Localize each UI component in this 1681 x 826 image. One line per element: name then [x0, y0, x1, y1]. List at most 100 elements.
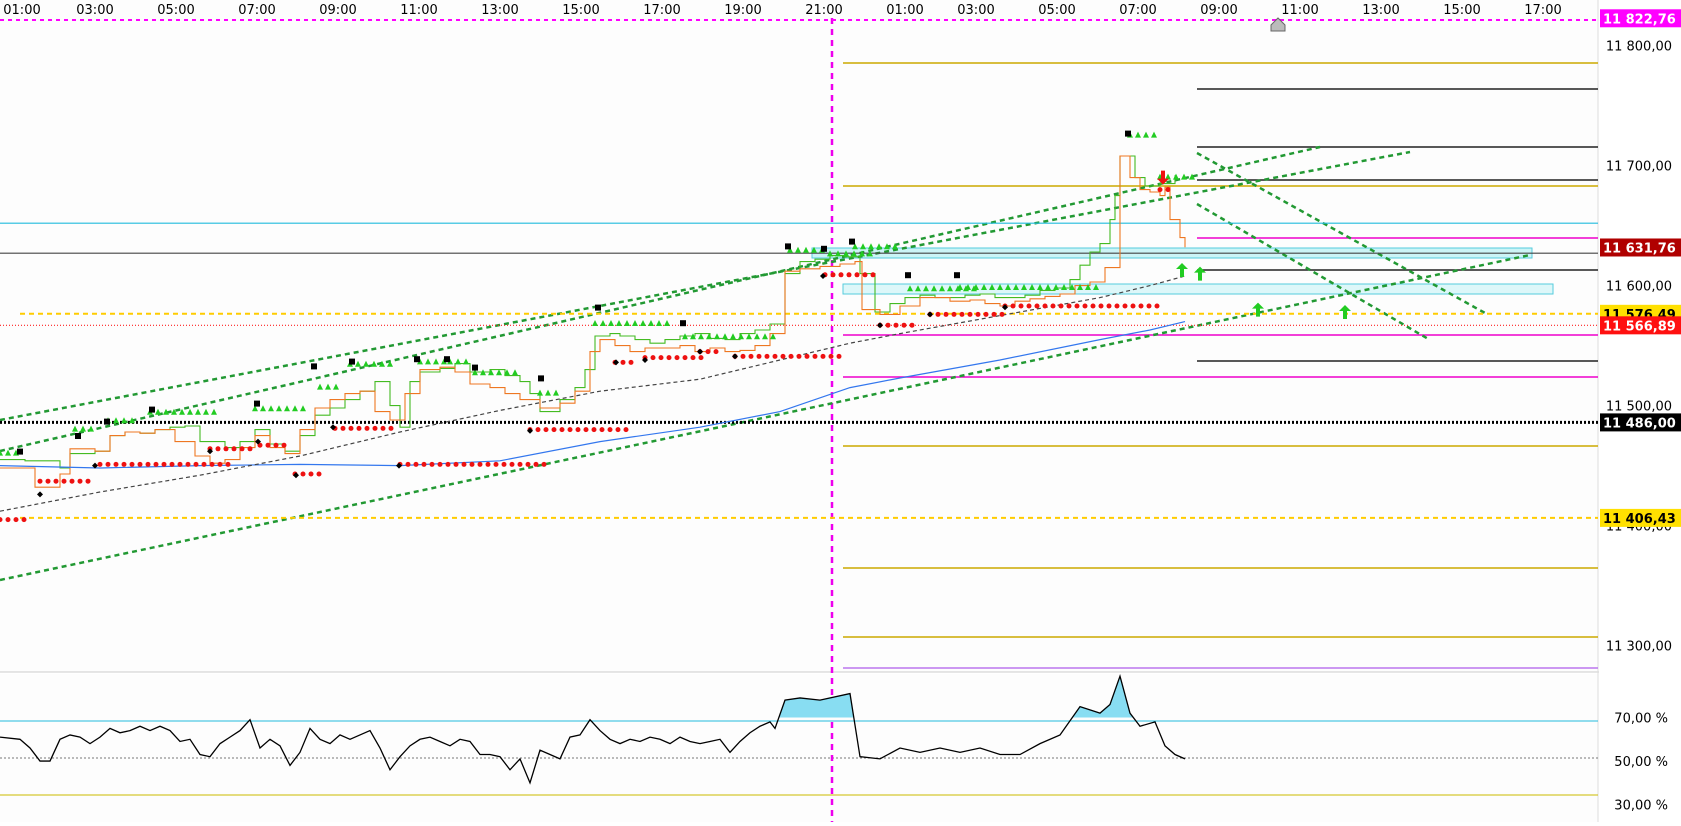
swing-high-marker	[254, 400, 260, 407]
sell-signal-dot	[453, 461, 459, 467]
swing-high-marker	[954, 272, 960, 279]
oscillator-panel-background	[0, 674, 1598, 822]
swing-high-marker	[680, 320, 686, 327]
sell-signal-dot	[201, 461, 207, 467]
sell-signal-dot	[509, 461, 515, 467]
sell-signal-dot	[37, 478, 43, 484]
time-tick-label: 07:00	[238, 3, 275, 18]
oscillator-tick-label: 70,00 %	[1614, 712, 1668, 727]
sell-signal-dot	[53, 478, 59, 484]
sell-signal-dot	[615, 427, 621, 433]
sell-signal-dot	[477, 461, 483, 467]
sell-signal-dot	[935, 311, 941, 317]
sell-signal-dot	[780, 353, 786, 359]
sell-signal-dot	[273, 442, 279, 448]
sell-signal-dot	[437, 461, 443, 467]
sell-signal-dot	[469, 461, 475, 467]
sell-signal-dot	[846, 272, 852, 278]
swing-high-marker	[785, 243, 791, 250]
sell-signal-dot	[380, 425, 386, 431]
sell-signal-dot	[650, 355, 656, 361]
sell-signal-dot	[525, 461, 531, 467]
sell-signal-dot	[1098, 303, 1104, 309]
sell-signal-dot	[999, 311, 1005, 317]
time-tick-label: 21:00	[805, 3, 842, 18]
sell-signal-dot	[372, 425, 378, 431]
sell-signal-dot	[690, 355, 696, 361]
sell-signal-dot	[713, 349, 719, 355]
sell-signal-dot	[461, 461, 467, 467]
sell-signal-dot	[804, 353, 810, 359]
sell-signal-dot	[1034, 303, 1040, 309]
sell-signal-dot	[764, 353, 770, 359]
sell-signal-dot	[485, 461, 491, 467]
time-tick-label: 15:00	[562, 3, 599, 18]
sell-signal-dot	[129, 461, 135, 467]
swing-high-marker	[472, 364, 478, 371]
swing-high-marker	[538, 375, 544, 382]
trading-chart[interactable]: 01:00 03:00 05:00 07:00 09:00 11:00 13:00 15:00…	[0, 0, 1681, 822]
sell-signal-dot	[893, 322, 899, 328]
sell-signal-dot	[1018, 303, 1024, 309]
sell-signal-dot	[413, 461, 419, 467]
sell-signal-dot	[551, 427, 557, 433]
sell-signal-dot	[193, 461, 199, 467]
sell-signal-dot	[830, 272, 836, 278]
time-tick-label: 11:00	[1281, 3, 1318, 18]
sell-signal-dot	[348, 425, 354, 431]
sell-signal-dot	[517, 461, 523, 467]
swing-high-marker	[149, 406, 155, 413]
swing-high-marker	[849, 238, 855, 245]
sell-signal-dot	[316, 471, 322, 477]
sell-signal-dot	[828, 353, 834, 359]
sell-signal-dot	[1058, 303, 1064, 309]
price-badge-label: 11 406,43	[1603, 512, 1676, 527]
oscillator-tick-label: 30,00 %	[1614, 799, 1668, 814]
swing-high-marker	[104, 418, 110, 425]
sell-signal-dot	[1074, 303, 1080, 309]
sell-signal-dot	[951, 311, 957, 317]
sell-signal-dot	[225, 461, 231, 467]
swing-high-marker	[905, 272, 911, 279]
sell-signal-dot	[77, 478, 83, 484]
sell-signal-dot	[239, 446, 245, 452]
sell-signal-dot	[209, 461, 215, 467]
sell-signal-dot	[421, 461, 427, 467]
price-tick-label: 11 700,00	[1606, 160, 1672, 175]
sell-signal-dot	[607, 427, 613, 433]
sell-signal-dot	[674, 355, 680, 361]
price-tick-label: 11 800,00	[1606, 40, 1672, 55]
sell-signal-dot	[13, 517, 19, 523]
sell-signal-dot	[1130, 303, 1136, 309]
sell-signal-dot	[983, 311, 989, 317]
time-tick-label: 13:00	[1362, 3, 1399, 18]
sell-signal-dot	[901, 322, 907, 328]
sell-signal-dot	[567, 427, 573, 433]
time-tick-label: 19:00	[724, 3, 761, 18]
sell-signal-dot	[97, 461, 103, 467]
sell-signal-dot	[967, 311, 973, 317]
sell-signal-dot	[1090, 303, 1096, 309]
swing-high-marker	[414, 356, 420, 363]
sell-signal-dot	[991, 311, 997, 317]
sell-signal-dot	[69, 478, 75, 484]
sell-signal-dot	[5, 517, 11, 523]
swing-high-marker	[17, 448, 23, 455]
sell-signal-dot	[356, 425, 362, 431]
sell-signal-dot	[105, 461, 111, 467]
sell-signal-dot	[698, 355, 704, 361]
sell-signal-dot	[281, 442, 287, 448]
time-tick-label: 03:00	[76, 3, 113, 18]
sell-signal-dot	[788, 353, 794, 359]
chart-canvas[interactable]: 01:00 03:00 05:00 07:00 09:00 11:00 13:00 15:00…	[0, 0, 1681, 822]
sell-signal-dot	[388, 425, 394, 431]
sell-signal-dot	[185, 461, 191, 467]
sell-signal-dot	[975, 311, 981, 317]
sell-signal-dot	[599, 427, 605, 433]
sell-signal-dot	[740, 353, 746, 359]
sell-signal-dot	[909, 322, 915, 328]
sell-signal-dot	[959, 311, 965, 317]
sell-signal-dot	[658, 355, 664, 361]
swing-high-marker	[595, 304, 601, 311]
sell-signal-dot	[223, 446, 229, 452]
